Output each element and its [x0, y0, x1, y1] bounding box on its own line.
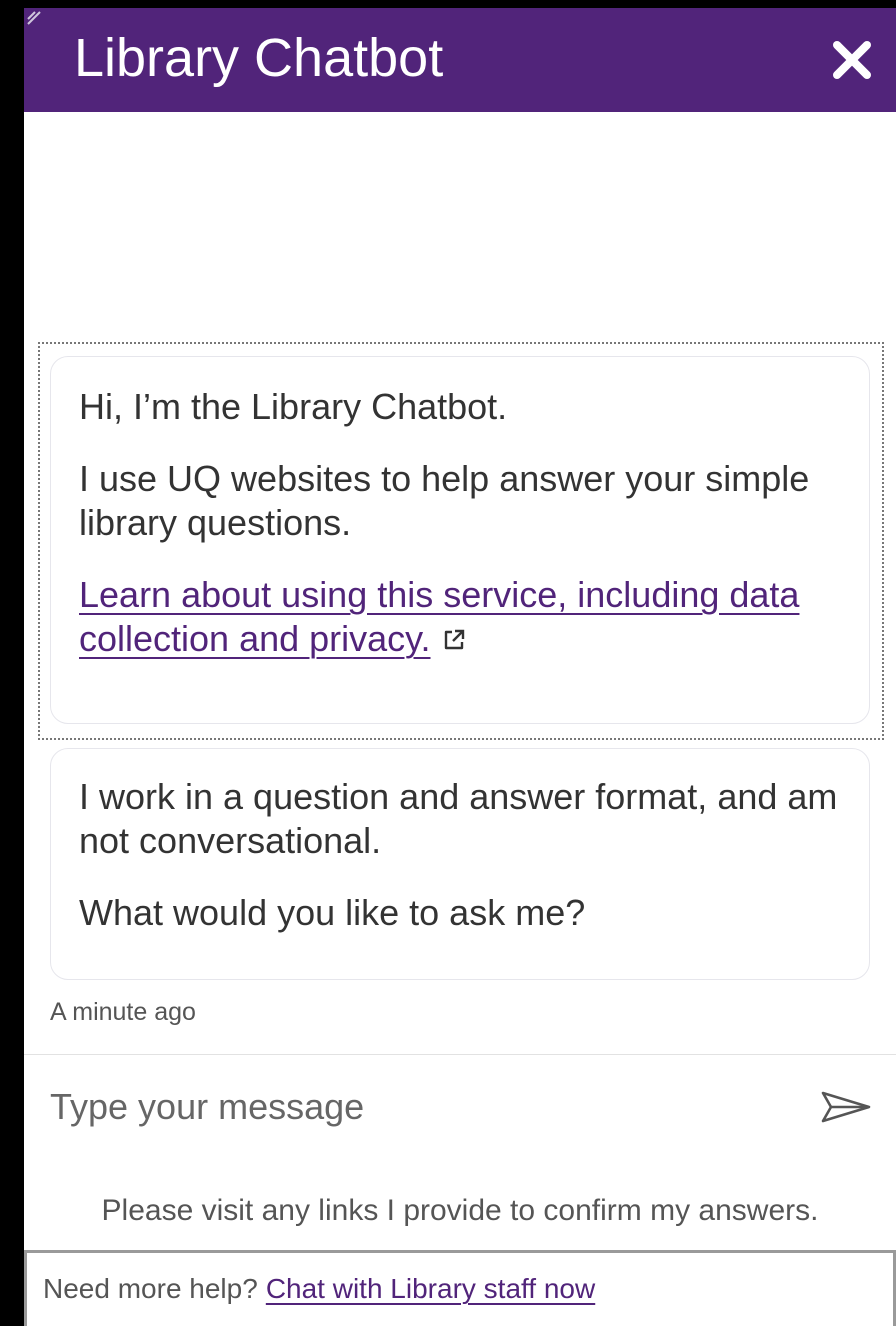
- chat-with-staff-link[interactable]: Chat with Library staff now: [266, 1273, 595, 1304]
- send-button[interactable]: [818, 1083, 874, 1131]
- help-footer: Need more help? Chat with Library staff n…: [24, 1250, 896, 1326]
- close-button[interactable]: [826, 34, 878, 86]
- help-footer-text: Need more help? Chat with Library staff n…: [43, 1273, 595, 1305]
- message-text: I use UQ websites to help answer your si…: [79, 458, 810, 543]
- message-text: What would you like to ask me?: [79, 892, 586, 933]
- help-prompt: Need more help?: [43, 1273, 258, 1304]
- resize-grip-icon[interactable]: [24, 8, 48, 32]
- message-text: Hi, I’m the Library Chatbot.: [79, 386, 508, 427]
- privacy-paragraph: Learn about using this service, includin…: [79, 573, 841, 663]
- message-timestamp: A minute ago: [50, 998, 196, 1026]
- message-list: Hi, I’m the Library Chatbot. I use UQ we…: [24, 112, 896, 1052]
- disclaimer-text: Please visit any links I provide to conf…: [101, 1194, 819, 1227]
- message-input[interactable]: [50, 1079, 790, 1135]
- privacy-link[interactable]: Learn about using this service, includin…: [79, 574, 799, 659]
- chat-header: Library Chatbot: [24, 8, 896, 112]
- chat-window: Library Chatbot Hi, I’m the Library Chat…: [24, 8, 896, 1326]
- chat-title: Library Chatbot: [74, 28, 444, 88]
- bot-message: Hi, I’m the Library Chatbot. I use UQ we…: [50, 356, 870, 724]
- send-icon: [821, 1091, 871, 1123]
- external-link-icon: [441, 619, 467, 663]
- bot-message: I work in a question and answer format, …: [50, 748, 870, 980]
- close-icon: [833, 41, 871, 79]
- message-composer: [24, 1054, 896, 1172]
- message-text: I work in a question and answer format, …: [79, 776, 838, 861]
